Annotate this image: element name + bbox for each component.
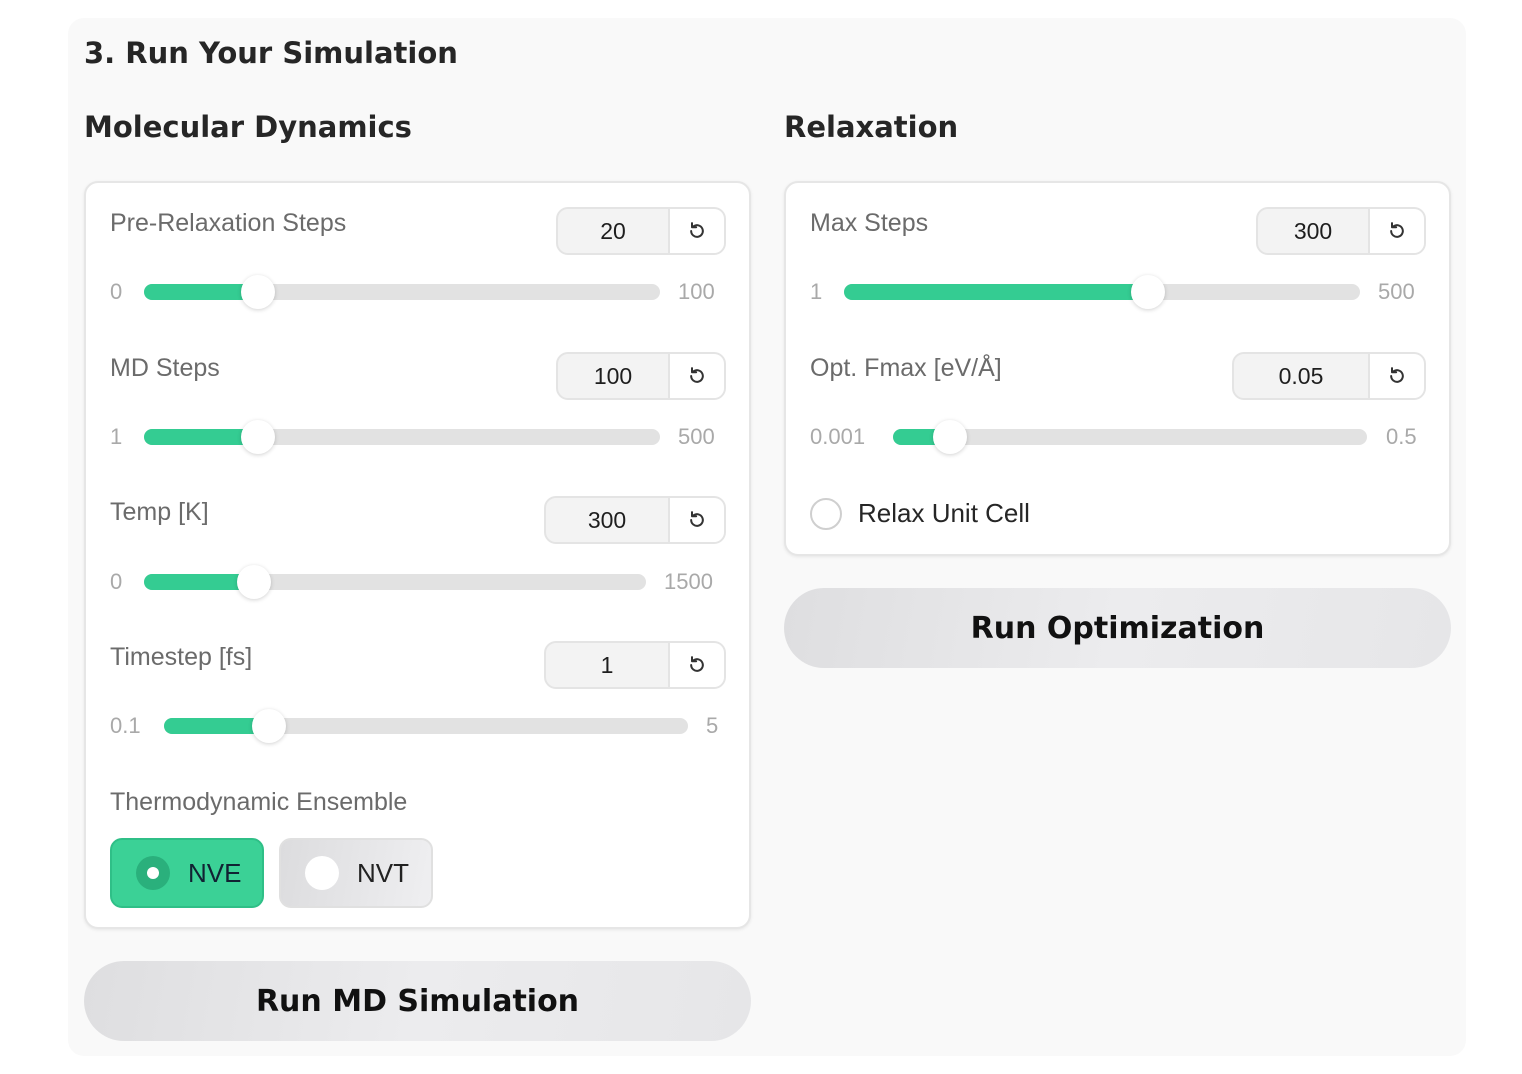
relax-title: Relaxation xyxy=(784,110,959,144)
relax-unit-cell-label: Relax Unit Cell xyxy=(858,498,1030,528)
timestep-label: Timestep [fs] xyxy=(110,643,253,671)
slider-thumb[interactable] xyxy=(240,275,275,309)
md-steps-input[interactable]: 100 xyxy=(556,352,726,400)
slider-fill xyxy=(144,574,245,590)
radio-selected-icon xyxy=(136,856,170,890)
reset-icon[interactable] xyxy=(670,209,724,253)
slider-thumb[interactable] xyxy=(932,420,967,454)
run-md-button[interactable]: Run MD Simulation xyxy=(84,961,751,1041)
slider-thumb[interactable] xyxy=(237,565,272,599)
relax-card: Max Steps 300 1 500 Opt. Fmax [eV/Å] 0.0… xyxy=(784,181,1451,556)
pre-relax-min: 0 xyxy=(110,279,123,304)
slider-fill xyxy=(144,284,248,300)
pre-relax-steps-value[interactable]: 20 xyxy=(558,209,670,253)
run-optimization-button[interactable]: Run Optimization xyxy=(784,588,1451,668)
md-steps-slider[interactable] xyxy=(144,420,660,454)
max-steps-input[interactable]: 300 xyxy=(1256,207,1426,255)
temp-value[interactable]: 300 xyxy=(546,498,670,542)
slider-fill xyxy=(893,429,936,445)
max-steps-slider[interactable] xyxy=(844,275,1360,309)
fmax-min: 0.001 xyxy=(810,424,866,449)
timestep-input[interactable]: 1 xyxy=(544,641,726,689)
radio-unselected-icon xyxy=(305,856,339,890)
max-steps-max: 500 xyxy=(1378,279,1415,304)
slider-fill xyxy=(844,284,1139,300)
fmax-label: Opt. Fmax [eV/Å] xyxy=(810,354,1002,382)
temp-min: 0 xyxy=(110,569,123,594)
md-steps-min: 1 xyxy=(110,424,123,449)
slider-thumb[interactable] xyxy=(240,420,275,454)
ensemble-label: Thermodynamic Ensemble xyxy=(110,788,408,816)
temp-label: Temp [K] xyxy=(110,498,209,526)
pre-relax-steps-input[interactable]: 20 xyxy=(556,207,726,255)
reset-icon[interactable] xyxy=(1370,209,1424,253)
relax-unit-cell-checkbox[interactable] xyxy=(810,498,842,530)
fmax-value[interactable]: 0.05 xyxy=(1234,354,1370,398)
temp-slider[interactable] xyxy=(144,565,646,599)
slider-fill xyxy=(164,718,259,734)
max-steps-value[interactable]: 300 xyxy=(1258,209,1370,253)
slider-thumb[interactable] xyxy=(251,709,286,743)
ensemble-nvt-label: NVT xyxy=(357,857,409,888)
max-steps-label: Max Steps xyxy=(810,209,929,237)
slider-thumb[interactable] xyxy=(1131,275,1166,309)
reset-icon[interactable] xyxy=(670,354,724,398)
md-title: Molecular Dynamics xyxy=(84,110,412,144)
timestep-max: 5 xyxy=(706,713,719,738)
pre-relax-max: 100 xyxy=(678,279,715,304)
timestep-slider[interactable] xyxy=(164,709,688,743)
md-steps-label: MD Steps xyxy=(110,354,220,382)
section-title: 3. Run Your Simulation xyxy=(84,36,458,70)
md-steps-value[interactable]: 100 xyxy=(558,354,670,398)
reset-icon[interactable] xyxy=(670,498,724,542)
fmax-max: 0.5 xyxy=(1386,424,1417,449)
ensemble-nve-label: NVE xyxy=(188,857,242,888)
slider-fill xyxy=(144,429,248,445)
reset-icon[interactable] xyxy=(1370,354,1424,398)
ensemble-nvt-option[interactable]: NVT xyxy=(279,838,433,908)
pre-relax-steps-label: Pre-Relaxation Steps xyxy=(110,209,347,237)
fmax-input[interactable]: 0.05 xyxy=(1232,352,1426,400)
fmax-slider[interactable] xyxy=(893,420,1367,454)
pre-relax-slider[interactable] xyxy=(144,275,660,309)
timestep-value[interactable]: 1 xyxy=(546,643,670,687)
md-card: Pre-Relaxation Steps 20 0 100 MD Steps 1… xyxy=(84,181,751,929)
reset-icon[interactable] xyxy=(670,643,724,687)
timestep-min: 0.1 xyxy=(110,713,141,738)
max-steps-min: 1 xyxy=(810,279,823,304)
temp-max: 1500 xyxy=(664,569,713,594)
ensemble-nve-option[interactable]: NVE xyxy=(110,838,264,908)
temp-input[interactable]: 300 xyxy=(544,496,726,544)
md-steps-max: 500 xyxy=(678,424,715,449)
